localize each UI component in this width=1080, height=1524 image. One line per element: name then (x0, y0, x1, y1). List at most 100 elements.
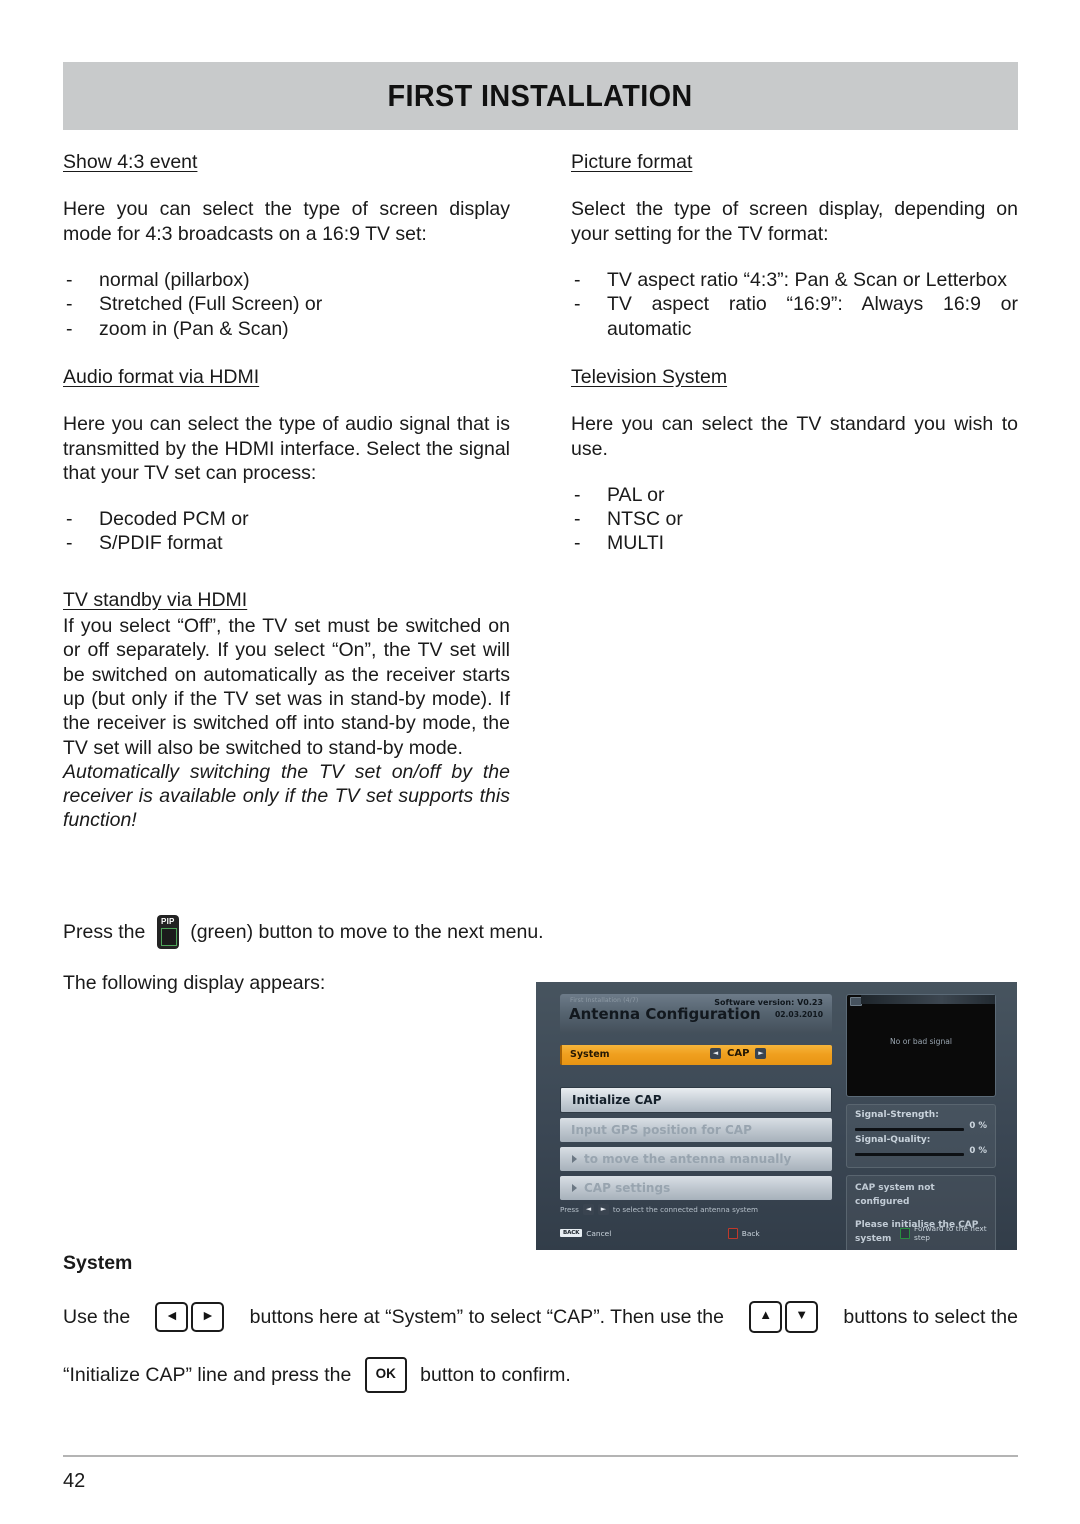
list-item: - MULTI (571, 531, 1018, 555)
dash-bullet: - (66, 508, 73, 531)
dash-bullet: - (574, 532, 581, 555)
osd-forward-label: Forward to the next step (913, 1224, 987, 1242)
osd-system-label: System (570, 1049, 610, 1060)
down-arrow-key-icon[interactable]: ▼ (785, 1301, 819, 1333)
page-title: FIRST INSTALLATION (387, 78, 694, 113)
following-display-text: The following display appears: (63, 972, 326, 994)
signal-quality-row: 0 % (855, 1146, 987, 1156)
list-show-43-event: - normal (pillarbox) - Stretched (Full Scr… (63, 268, 510, 341)
dash-bullet: - (574, 508, 581, 531)
dash-bullet: - (574, 268, 581, 291)
note-tv-standby-via-hdmi: Automatically switching the TV set on/of… (63, 760, 510, 832)
list-item: - Decoded PCM or (63, 507, 510, 531)
signal-quality-bar (855, 1153, 965, 1156)
list-item-label: PAL or (607, 483, 665, 506)
list-television-system: - PAL or - NTSC or - MULTI (571, 483, 1018, 556)
list-item-label: TV aspect ratio “16:9”: Always 16:9 or a… (607, 293, 1018, 340)
osd-menu-item-move-antenna[interactable]: to move the antenna manually (560, 1147, 832, 1171)
list-picture-format: - TV aspect ratio “4:3”: Pan & Scan or Le… (571, 268, 1018, 341)
osd-footer-keys: BACK Cancel Back Forward to the next ste… (560, 1224, 1001, 1242)
pip-icon-square (160, 928, 177, 946)
list-item-label: MULTI (607, 532, 665, 555)
osd-menu-item-label: CAP settings (584, 1181, 671, 1195)
pip-button-icon: PIP (156, 915, 179, 949)
list-item-label: normal (pillarbox) (99, 268, 250, 291)
sys-line1-part1: Use the (63, 1306, 136, 1328)
left-right-key-pair: ◄ ► (155, 1302, 225, 1332)
signal-strength-label: Signal-Strength: (855, 1110, 939, 1120)
osd-preview-message: No or bad signal (889, 1037, 953, 1046)
press-pip-line: Press the PIP (green) button to move to … (63, 915, 583, 949)
red-key-icon (727, 1227, 738, 1239)
green-key-icon (900, 1227, 910, 1239)
osd-menu-item-label: Initialize CAP (572, 1093, 662, 1107)
dash-bullet: - (66, 317, 73, 340)
footer-divider (63, 1455, 1018, 1457)
osd-screenshot: First Installation (4/7) Antenna Configu… (536, 982, 1017, 1250)
preview-top-stripe (861, 995, 995, 1004)
osd-step-indicator: First Installation (4/7) (570, 997, 639, 1004)
list-item-label: S/PDIF format (99, 532, 223, 555)
right-arrow-key-icon[interactable]: ► (191, 1302, 225, 1332)
list-audio-format: - Decoded PCM or - S/PDIF format (63, 507, 510, 556)
osd-menu-item-initialize-cap[interactable]: Initialize CAP (560, 1087, 832, 1113)
page-number: 42 (63, 1470, 86, 1492)
paragraph-audio-format-via-hdmi: Here you can select the type of audio si… (63, 413, 510, 484)
list-item: - normal (pillarbox) (63, 268, 510, 292)
osd-menu-list: Initialize CAP Input GPS position for CA… (560, 1087, 832, 1200)
signal-quality-value: 0 % (969, 1146, 987, 1156)
osd-signal-panel: Signal-Strength: 0 % Signal-Quality: 0 % (846, 1104, 996, 1168)
osd-software-info: Software version: V0.23 02.03.2010 (714, 997, 823, 1021)
sys-line1-part2: buttons here at “System” to select “CAP”… (244, 1306, 730, 1328)
osd-footer-back[interactable]: Back (727, 1227, 901, 1239)
dash-bullet: - (66, 268, 73, 291)
list-item: - PAL or (571, 483, 1018, 507)
ok-key-icon[interactable]: OK (364, 1357, 407, 1393)
list-item-label: NTSC or (607, 508, 683, 531)
right-arrow-icon[interactable]: ► (597, 1204, 609, 1215)
osd-system-selector[interactable]: System ◄ CAP ► (560, 1045, 832, 1065)
list-item-label: Stretched (Full Screen) or (99, 293, 323, 316)
osd-back-label: Back (741, 1228, 760, 1238)
list-item-label: Decoded PCM or (99, 508, 249, 531)
heading-show-43-event: Show 4:3 event (63, 151, 198, 173)
dash-bullet: - (66, 293, 73, 316)
list-item: - NTSC or (571, 507, 1018, 531)
signal-strength-bar (855, 1128, 965, 1131)
ok-key-wrapper: OK (364, 1357, 407, 1393)
osd-hint-suffix: to select the connected antenna system (612, 1205, 759, 1214)
heading-picture-format: Picture format (571, 151, 693, 173)
osd-left-pane: First Installation (4/7) Antenna Configu… (560, 994, 832, 1205)
paragraph-show-43-event: Here you can select the type of screen d… (63, 198, 510, 245)
osd-footer-cancel[interactable]: BACK Cancel (560, 1229, 728, 1238)
signal-strength-value: 0 % (969, 1121, 987, 1131)
osd-menu-item-label: to move the antenna manually (584, 1152, 792, 1166)
press-suffix: (green) button to move to the next menu. (184, 921, 544, 943)
press-pip-instruction: Press the PIP (green) button to move to … (63, 915, 583, 949)
left-arrow-icon[interactable]: ◄ (582, 1204, 594, 1215)
osd-menu-item-input-gps[interactable]: Input GPS position for CAP (560, 1118, 832, 1142)
chevron-right-icon (572, 1184, 577, 1192)
page-header-banner: FIRST INSTALLATION (63, 62, 1018, 130)
osd-footer-forward[interactable]: Forward to the next step (900, 1224, 1001, 1242)
list-item: - zoom in (Pan & Scan) (63, 317, 510, 341)
osd-cancel-label: Cancel (586, 1228, 612, 1238)
pip-icon-label: PIP (161, 917, 175, 926)
osd-date: 02.03.2010 (774, 1010, 823, 1019)
sys-line1-part3: buttons to select the (838, 1306, 1018, 1328)
signal-strength-row: 0 % (855, 1121, 987, 1131)
sys-line2-part2: button to confirm. (414, 1364, 571, 1386)
list-item: - S/PDIF format (63, 531, 510, 555)
paragraph-tv-standby-via-hdmi: If you select “Off”, the TV set must be … (63, 615, 510, 759)
left-arrow-icon[interactable]: ◄ (710, 1048, 721, 1059)
right-column: Picture format Select the type of screen… (571, 150, 1018, 580)
up-arrow-key-icon[interactable]: ▲ (749, 1301, 783, 1333)
osd-hint-prefix: Press (560, 1205, 579, 1214)
right-arrow-icon[interactable]: ► (755, 1048, 767, 1059)
osd-menu-item-cap-settings[interactable]: CAP settings (560, 1176, 832, 1200)
list-item-label: TV aspect ratio “4:3”: Pan & Scan or Let… (607, 268, 1007, 291)
list-item-label: zoom in (Pan & Scan) (99, 317, 289, 340)
left-arrow-key-icon[interactable]: ◄ (155, 1302, 189, 1332)
up-down-key-pair: ▲ ▼ (749, 1301, 819, 1333)
